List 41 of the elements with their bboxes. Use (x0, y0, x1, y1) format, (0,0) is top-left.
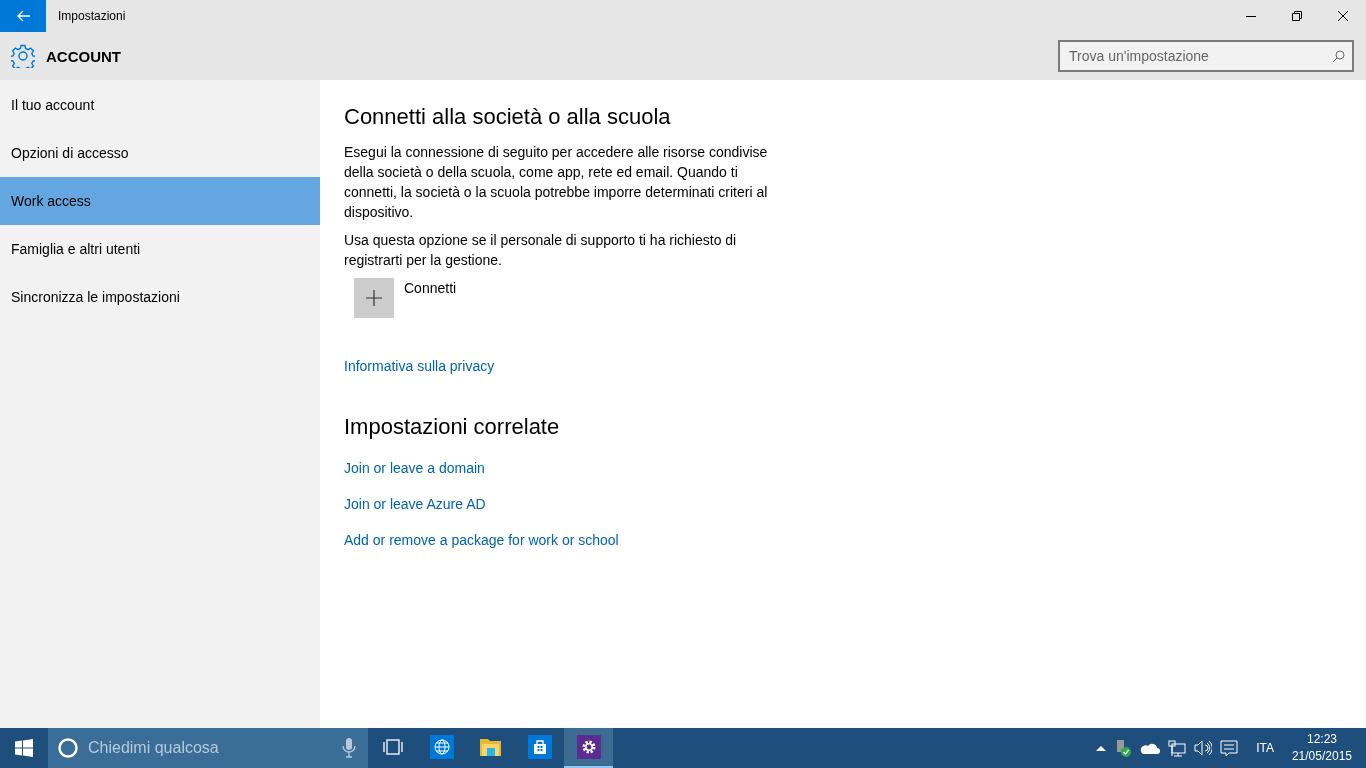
close-icon (1338, 11, 1348, 21)
add-button[interactable] (354, 278, 394, 318)
clock-date[interactable]: 21/05/2015 (1291, 748, 1352, 765)
plus-icon (366, 290, 382, 306)
taskbar-search-field[interactable]: Chiedimi qualcosa (48, 728, 368, 768)
sidebar-item[interactable]: Famiglia e altri utenti (0, 225, 320, 273)
search-icon (1332, 50, 1345, 63)
sidebar-item[interactable]: Sincronizza le impostazioni (0, 273, 320, 321)
language-indicator[interactable]: ITA (1256, 741, 1274, 755)
window-title: Impostazioni (58, 9, 127, 23)
restore-icon (1292, 11, 1302, 21)
sidebar-item[interactable]: Work access (0, 177, 320, 225)
microphone-icon (342, 738, 356, 758)
sidebar-item[interactable]: Il tuo account (0, 81, 320, 129)
settings-link[interactable]: Add or remove a package for work or school (344, 532, 619, 548)
gear-icon (576, 735, 601, 759)
caret-up-icon[interactable] (1096, 744, 1107, 752)
page-title: ACCOUNT (46, 47, 122, 65)
windows-logo-icon (15, 739, 33, 757)
task-view-icon (382, 738, 403, 756)
connect-label[interactable]: Connetti (404, 280, 457, 296)
description-text: Usa questa opzione se il personale di supporto ti ha richiesto di registrarti per la gestione. (344, 231, 738, 270)
settings-link[interactable]: Join or leave Azure AD (344, 496, 486, 512)
clock-time[interactable]: 12:23 (1306, 731, 1337, 748)
description-text: Esegui la connessione di seguito per accedere alle risorse condivise della società o della scuola, come app, rete ed email. Quando ti connetti, la società o la scuola potrebbe imporre determinati criteri al dispositivo. (344, 143, 769, 222)
speaker-icon[interactable] (1194, 739, 1213, 757)
usb-drive-check-icon[interactable] (1114, 739, 1133, 757)
section-heading: Impostazioni correlate (344, 414, 561, 440)
search-field[interactable]: Trova un'impostazione (1058, 40, 1354, 72)
privacy-link[interactable]: Informativa sulla privacy (344, 358, 495, 374)
taskbar-app-button[interactable] (564, 728, 613, 768)
globe-icon (429, 735, 454, 759)
settings-link[interactable]: Join or leave a domain (344, 460, 485, 476)
message-icon[interactable] (1220, 739, 1239, 757)
shopping-bag-icon (527, 735, 552, 759)
sidebar-item[interactable]: Opzioni di accesso (0, 129, 320, 177)
gear-icon (11, 44, 35, 68)
section-heading: Connetti alla società o alla scuola (344, 104, 672, 130)
network-icon[interactable] (1168, 739, 1187, 757)
back-arrow-icon (15, 9, 31, 23)
back-button[interactable] (0, 0, 46, 32)
